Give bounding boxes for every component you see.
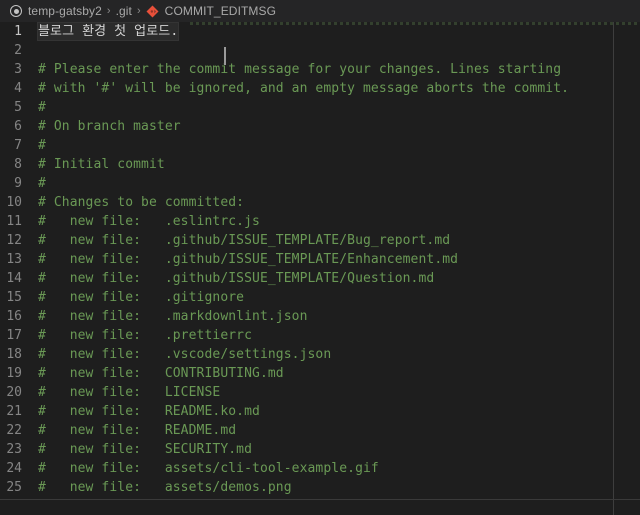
code-line[interactable]: 25 # new file: assets/demos.png bbox=[0, 478, 640, 497]
line-number: 25 bbox=[6, 480, 22, 495]
breadcrumb-item-temp-gatsby2[interactable]: temp-gatsby2 bbox=[9, 0, 102, 22]
code-line[interactable]: 19 # new file: CONTRIBUTING.md bbox=[0, 364, 640, 383]
line-number: 21 bbox=[6, 404, 22, 419]
line-content: # new file: SECURITY.md bbox=[38, 442, 253, 457]
line-content: # Please enter the commit message for yo… bbox=[38, 62, 562, 77]
breadcrumb-label-folder: temp-gatsby2 bbox=[28, 4, 102, 18]
line-content: # bbox=[38, 100, 46, 115]
breadcrumb: temp-gatsby2 › .git › COMMIT_EDITMSG bbox=[0, 0, 640, 22]
code-line[interactable]: 1 블로그 환경 첫 업로드. bbox=[0, 22, 640, 41]
line-content: # bbox=[38, 176, 46, 191]
editor-bottom-separator bbox=[0, 499, 640, 500]
line-content: # with '#' will be ignored, and an empty… bbox=[38, 81, 570, 96]
code-line[interactable]: 21 # new file: README.ko.md bbox=[0, 402, 640, 421]
line-number: 3 bbox=[14, 62, 22, 77]
code-line[interactable]: 13 # new file: .github/ISSUE_TEMPLATE/Enh… bbox=[0, 250, 640, 269]
code-line[interactable]: 22 # new file: README.md bbox=[0, 421, 640, 440]
line-content: # new file: .markdownlint.json bbox=[38, 309, 308, 324]
line-number: 18 bbox=[6, 347, 22, 362]
line-number: 19 bbox=[6, 366, 22, 381]
line-content: # On branch master bbox=[38, 119, 181, 134]
line-content: # new file: README.ko.md bbox=[38, 404, 260, 419]
line-number: 9 bbox=[14, 176, 22, 191]
line-number: 24 bbox=[6, 461, 22, 476]
code-line[interactable]: 24 # new file: assets/cli-tool-example.gi… bbox=[0, 459, 640, 478]
code-line[interactable]: 17 # new file: .prettierrc bbox=[0, 326, 640, 345]
line-content: # Initial commit bbox=[38, 157, 165, 172]
line-number: 20 bbox=[6, 385, 22, 400]
line-content: # Changes to be committed: bbox=[38, 195, 245, 210]
breadcrumb-item-commit-editmsg[interactable]: COMMIT_EDITMSG bbox=[146, 0, 276, 22]
code-line[interactable]: 10 # Changes to be committed: bbox=[0, 193, 640, 212]
line-content: # new file: LICENSE bbox=[38, 385, 221, 400]
git-file-icon bbox=[146, 4, 160, 18]
line-number: 10 bbox=[6, 195, 22, 210]
breadcrumb-item-git[interactable]: .git bbox=[116, 0, 132, 22]
line-content: # new file: assets/cli-tool-example.gif bbox=[38, 461, 379, 476]
chevron-right-icon-1: › bbox=[106, 4, 111, 17]
code-line[interactable]: 14 # new file: .github/ISSUE_TEMPLATE/Que… bbox=[0, 269, 640, 288]
code-line[interactable]: 20 # new file: LICENSE bbox=[0, 383, 640, 402]
line-number: 1 bbox=[14, 24, 22, 39]
chevron-right-icon-2: › bbox=[137, 4, 141, 17]
line-content: # new file: CONTRIBUTING.md bbox=[38, 366, 284, 381]
line-content: # new file: .prettierrc bbox=[38, 328, 253, 343]
line-number: 8 bbox=[14, 157, 22, 172]
line-content: # new file: .eslintrc.js bbox=[38, 214, 260, 229]
line-number: 17 bbox=[6, 328, 22, 343]
line-content: # new file: .github/ISSUE_TEMPLATE/Quest… bbox=[38, 271, 435, 286]
line-content: # new file: assets/demos.png bbox=[38, 480, 292, 495]
code-line[interactable]: 16 # new file: .markdownlint.json bbox=[0, 307, 640, 326]
code-line[interactable]: 11 # new file: .eslintrc.js bbox=[0, 212, 640, 231]
code-line[interactable]: 18 # new file: .vscode/settings.json bbox=[0, 345, 640, 364]
code-line[interactable]: 15 # new file: .gitignore bbox=[0, 288, 640, 307]
line-number: 22 bbox=[6, 423, 22, 438]
code-line[interactable]: 6 # On branch master bbox=[0, 117, 640, 136]
line-number: 23 bbox=[6, 442, 22, 457]
line-content: # new file: .gitignore bbox=[38, 290, 245, 305]
code-line[interactable]: 3 # Please enter the commit message for y… bbox=[0, 60, 640, 79]
line-number: 15 bbox=[6, 290, 22, 305]
code-line[interactable]: 12 # new file: .github/ISSUE_TEMPLATE/Bug… bbox=[0, 231, 640, 250]
line-content: # new file: .github/ISSUE_TEMPLATE/Bug_r… bbox=[38, 233, 451, 248]
line-content: # new file: .vscode/settings.json bbox=[38, 347, 332, 362]
code-editor[interactable]: 1 블로그 환경 첫 업로드. 2 3 # Please enter the commi… bbox=[0, 22, 640, 515]
line-number: 2 bbox=[14, 43, 22, 58]
line-content: # bbox=[38, 138, 46, 153]
code-line[interactable]: 5 # bbox=[0, 98, 640, 117]
line-number: 16 bbox=[6, 309, 22, 324]
code-line[interactable]: 7 # bbox=[0, 136, 640, 155]
code-line[interactable]: 4 # with '#' will be ignored, and an empt… bbox=[0, 79, 640, 98]
line-number: 4 bbox=[14, 81, 22, 96]
line-number: 6 bbox=[14, 119, 22, 134]
code-line[interactable]: 2 bbox=[0, 41, 640, 60]
code-line[interactable]: 23 # new file: SECURITY.md bbox=[0, 440, 640, 459]
line-number: 12 bbox=[6, 233, 22, 248]
code-line[interactable]: 9 # bbox=[0, 174, 640, 193]
line-content: 블로그 환경 첫 업로드. bbox=[36, 22, 180, 41]
breadcrumb-label-git: .git bbox=[115, 4, 132, 18]
text-cursor bbox=[224, 47, 226, 65]
code-lines[interactable]: 1 블로그 환경 첫 업로드. 2 3 # Please enter the commi… bbox=[0, 22, 640, 497]
line-content: # new file: .github/ISSUE_TEMPLATE/Enhan… bbox=[38, 252, 459, 267]
code-line[interactable]: 8 # Initial commit bbox=[0, 155, 640, 174]
line-number: 14 bbox=[6, 271, 22, 286]
line-number: 11 bbox=[6, 214, 22, 229]
line-content: # new file: README.md bbox=[38, 423, 237, 438]
line-number: 13 bbox=[6, 252, 22, 267]
line-number: 7 bbox=[14, 138, 22, 153]
line-number: 5 bbox=[14, 100, 22, 115]
circle-dot-icon bbox=[9, 4, 23, 18]
breadcrumb-label-file: COMMIT_EDITMSG bbox=[164, 4, 277, 18]
